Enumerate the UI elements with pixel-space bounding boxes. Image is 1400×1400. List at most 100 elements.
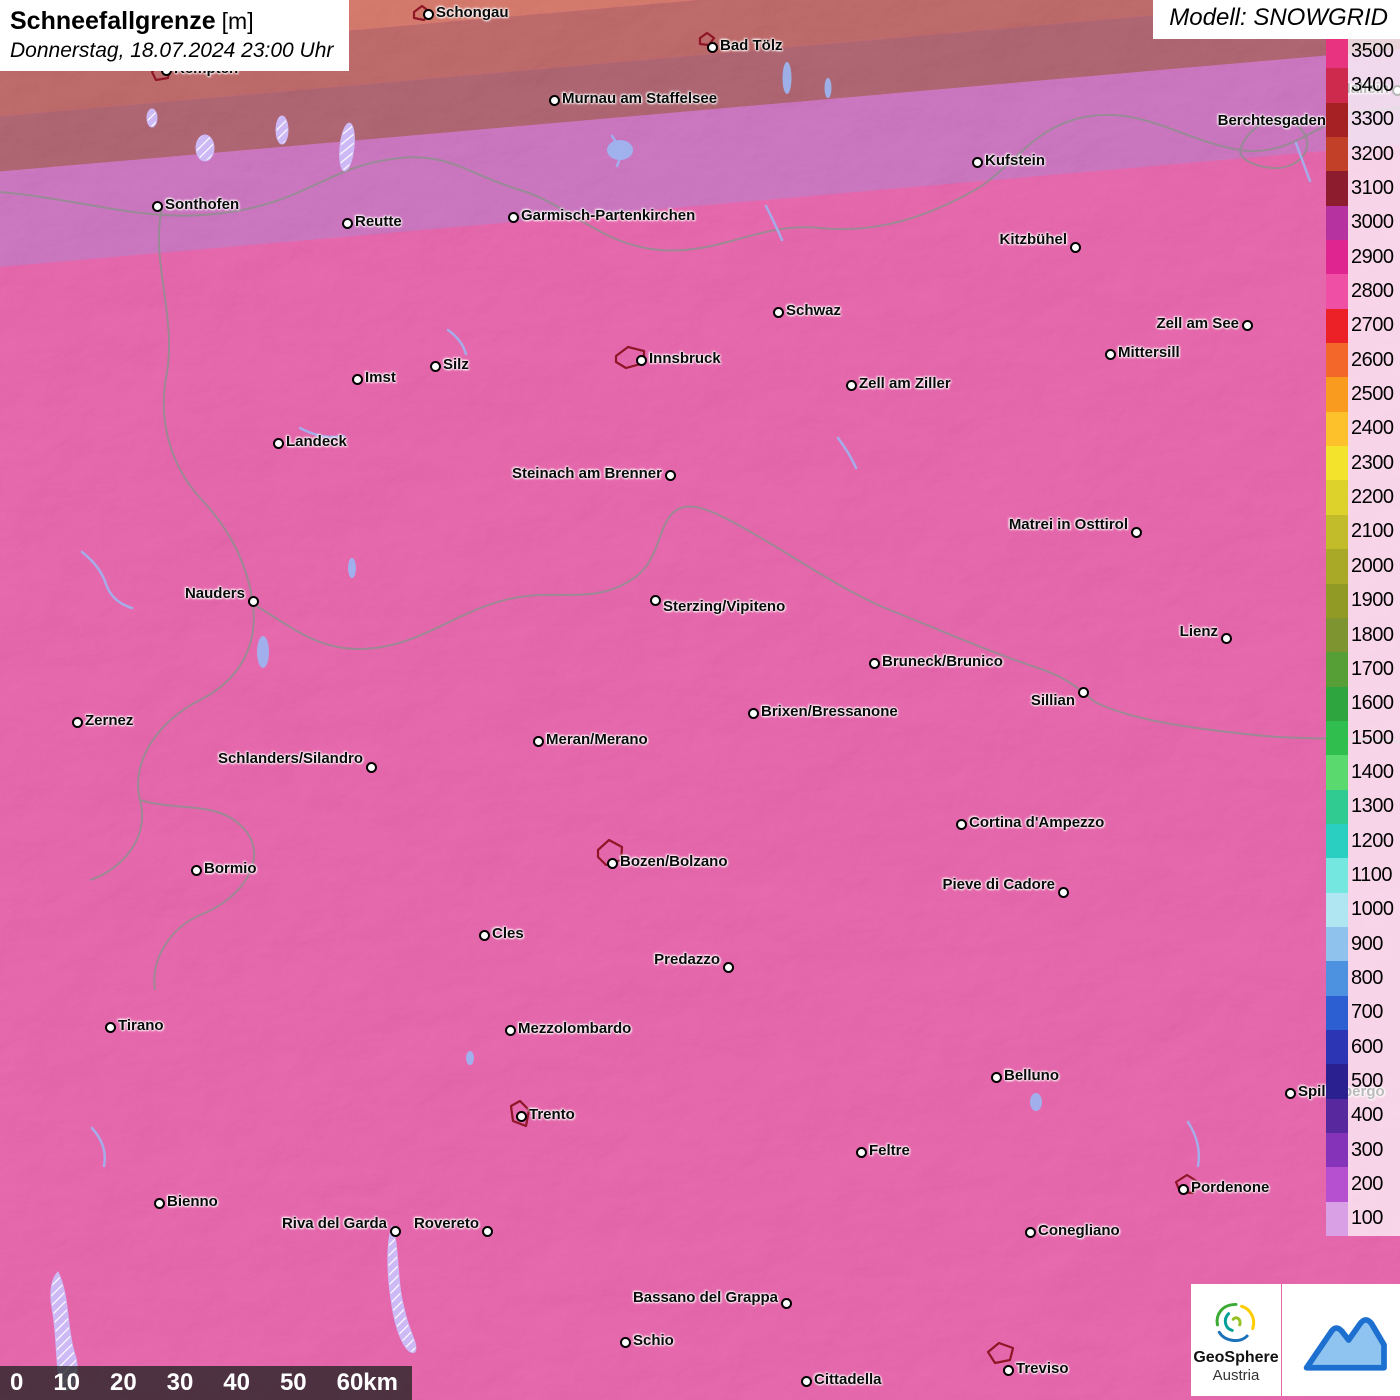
city-label: Rovereto (414, 1215, 479, 1232)
legend-row: 1700 (1326, 652, 1400, 686)
city-dot (72, 717, 83, 728)
legend-row: 2600 (1326, 343, 1400, 377)
city-label: Meran/Merano (546, 731, 648, 748)
legend-row: 400 (1326, 1099, 1400, 1133)
legend-value: 1400 (1348, 761, 1394, 784)
legend-row: 1600 (1326, 687, 1400, 721)
legend-row: 1500 (1326, 721, 1400, 755)
legend-value: 2200 (1348, 486, 1394, 509)
legend-value: 2800 (1348, 280, 1394, 303)
legend-row: 1400 (1326, 755, 1400, 789)
city-label: Bruneck/Brunico (882, 653, 1003, 670)
city-dot (956, 819, 967, 830)
city-dot (801, 1376, 812, 1387)
city-label: Innsbruck (649, 350, 721, 367)
city-dot (620, 1337, 631, 1348)
legend-swatch (1326, 1030, 1348, 1064)
city-label: Steinach am Brenner (512, 465, 662, 482)
city-label: Garmisch-Partenkirchen (521, 207, 695, 224)
city-dot (505, 1025, 516, 1036)
city-label: Trento (529, 1106, 575, 1123)
city-label: Brixen/Bressanone (761, 703, 898, 720)
scale-tick-label: 50 (280, 1369, 307, 1397)
title-datetime: Donnerstag, 18.07.2024 23:00 Uhr (10, 38, 333, 63)
city-label: Schio (633, 1332, 674, 1349)
city-label: Silz (443, 356, 469, 373)
legend-value: 700 (1348, 1001, 1383, 1024)
city-label: Matrei in Osttirol (1009, 516, 1128, 533)
legend-row: 2100 (1326, 515, 1400, 549)
legend-value: 2300 (1348, 452, 1394, 475)
city-dot (423, 9, 434, 20)
legend-value: 800 (1348, 967, 1383, 990)
legend-row: 3500 (1326, 34, 1400, 68)
scale-tick-label: 60km (337, 1369, 398, 1397)
legend-swatch (1326, 858, 1348, 892)
city-dot (482, 1226, 493, 1237)
city-dot (748, 708, 759, 719)
legend-row: 200 (1326, 1167, 1400, 1201)
city-label: Pieve di Cadore (942, 876, 1055, 893)
city-dot (636, 355, 647, 366)
city-label: Treviso (1016, 1360, 1069, 1377)
legend-row: 3400 (1326, 68, 1400, 102)
legend-value: 1100 (1348, 864, 1392, 887)
city-label: Mezzolombardo (518, 1020, 631, 1037)
legend-row: 1000 (1326, 893, 1400, 927)
legend-value: 2900 (1348, 246, 1394, 269)
city-dot (1003, 1365, 1014, 1376)
legend-swatch (1326, 412, 1348, 446)
legend-row: 2700 (1326, 309, 1400, 343)
legend-value: 1600 (1348, 692, 1394, 715)
city-label: Riva del Garda (282, 1215, 387, 1232)
legend-row: 3000 (1326, 206, 1400, 240)
city-dot (707, 42, 718, 53)
city-dot (191, 865, 202, 876)
legend-value: 1900 (1348, 589, 1394, 612)
city-dot (1105, 349, 1116, 360)
city-dot (152, 201, 163, 212)
city-dot (607, 858, 618, 869)
city-dot (1025, 1227, 1036, 1238)
legend-swatch (1326, 790, 1348, 824)
legend-swatch (1326, 687, 1348, 721)
scale-tick-label: 10 (53, 1369, 80, 1397)
legend-swatch (1326, 309, 1348, 343)
city-label: Kitzbühel (1000, 231, 1068, 248)
legend-swatch (1326, 206, 1348, 240)
city-label: Predazzo (654, 951, 720, 968)
city-label: Murnau am Staffelsee (562, 90, 717, 107)
legend-row: 100 (1326, 1202, 1400, 1236)
legend-swatch (1326, 996, 1348, 1030)
city-dot (1221, 633, 1232, 644)
city-label: Bassano del Grappa (633, 1289, 778, 1306)
legend-row: 1200 (1326, 824, 1400, 858)
city-dot (773, 307, 784, 318)
legend-row: 2800 (1326, 274, 1400, 308)
city-label: Sterzing/Vipiteno (663, 598, 785, 615)
city-dot (533, 736, 544, 747)
legend-row: 600 (1326, 1030, 1400, 1064)
legend-row: 2900 (1326, 240, 1400, 274)
legend-row: 300 (1326, 1133, 1400, 1167)
city-dot (856, 1147, 867, 1158)
city-label: Feltre (869, 1142, 910, 1159)
city-label: Berchtesgaden (1218, 112, 1326, 129)
legend-swatch (1326, 240, 1348, 274)
legend: 3500340033003200310030002900280027002600… (1326, 34, 1400, 1236)
legend-row: 500 (1326, 1064, 1400, 1098)
legend-value: 3200 (1348, 143, 1394, 166)
city-label: Sonthofen (165, 196, 239, 213)
legend-swatch (1326, 961, 1348, 995)
legend-row: 1800 (1326, 618, 1400, 652)
legend-row: 900 (1326, 927, 1400, 961)
city-label: Lienz (1180, 623, 1218, 640)
city-label: Belluno (1004, 1067, 1059, 1084)
legend-swatch (1326, 34, 1348, 68)
legend-row: 2000 (1326, 549, 1400, 583)
city-dot (366, 762, 377, 773)
legend-value: 900 (1348, 933, 1383, 956)
city-label: Bozen/Bolzano (620, 853, 728, 870)
city-label: Schwaz (786, 302, 841, 319)
city-dot (665, 470, 676, 481)
